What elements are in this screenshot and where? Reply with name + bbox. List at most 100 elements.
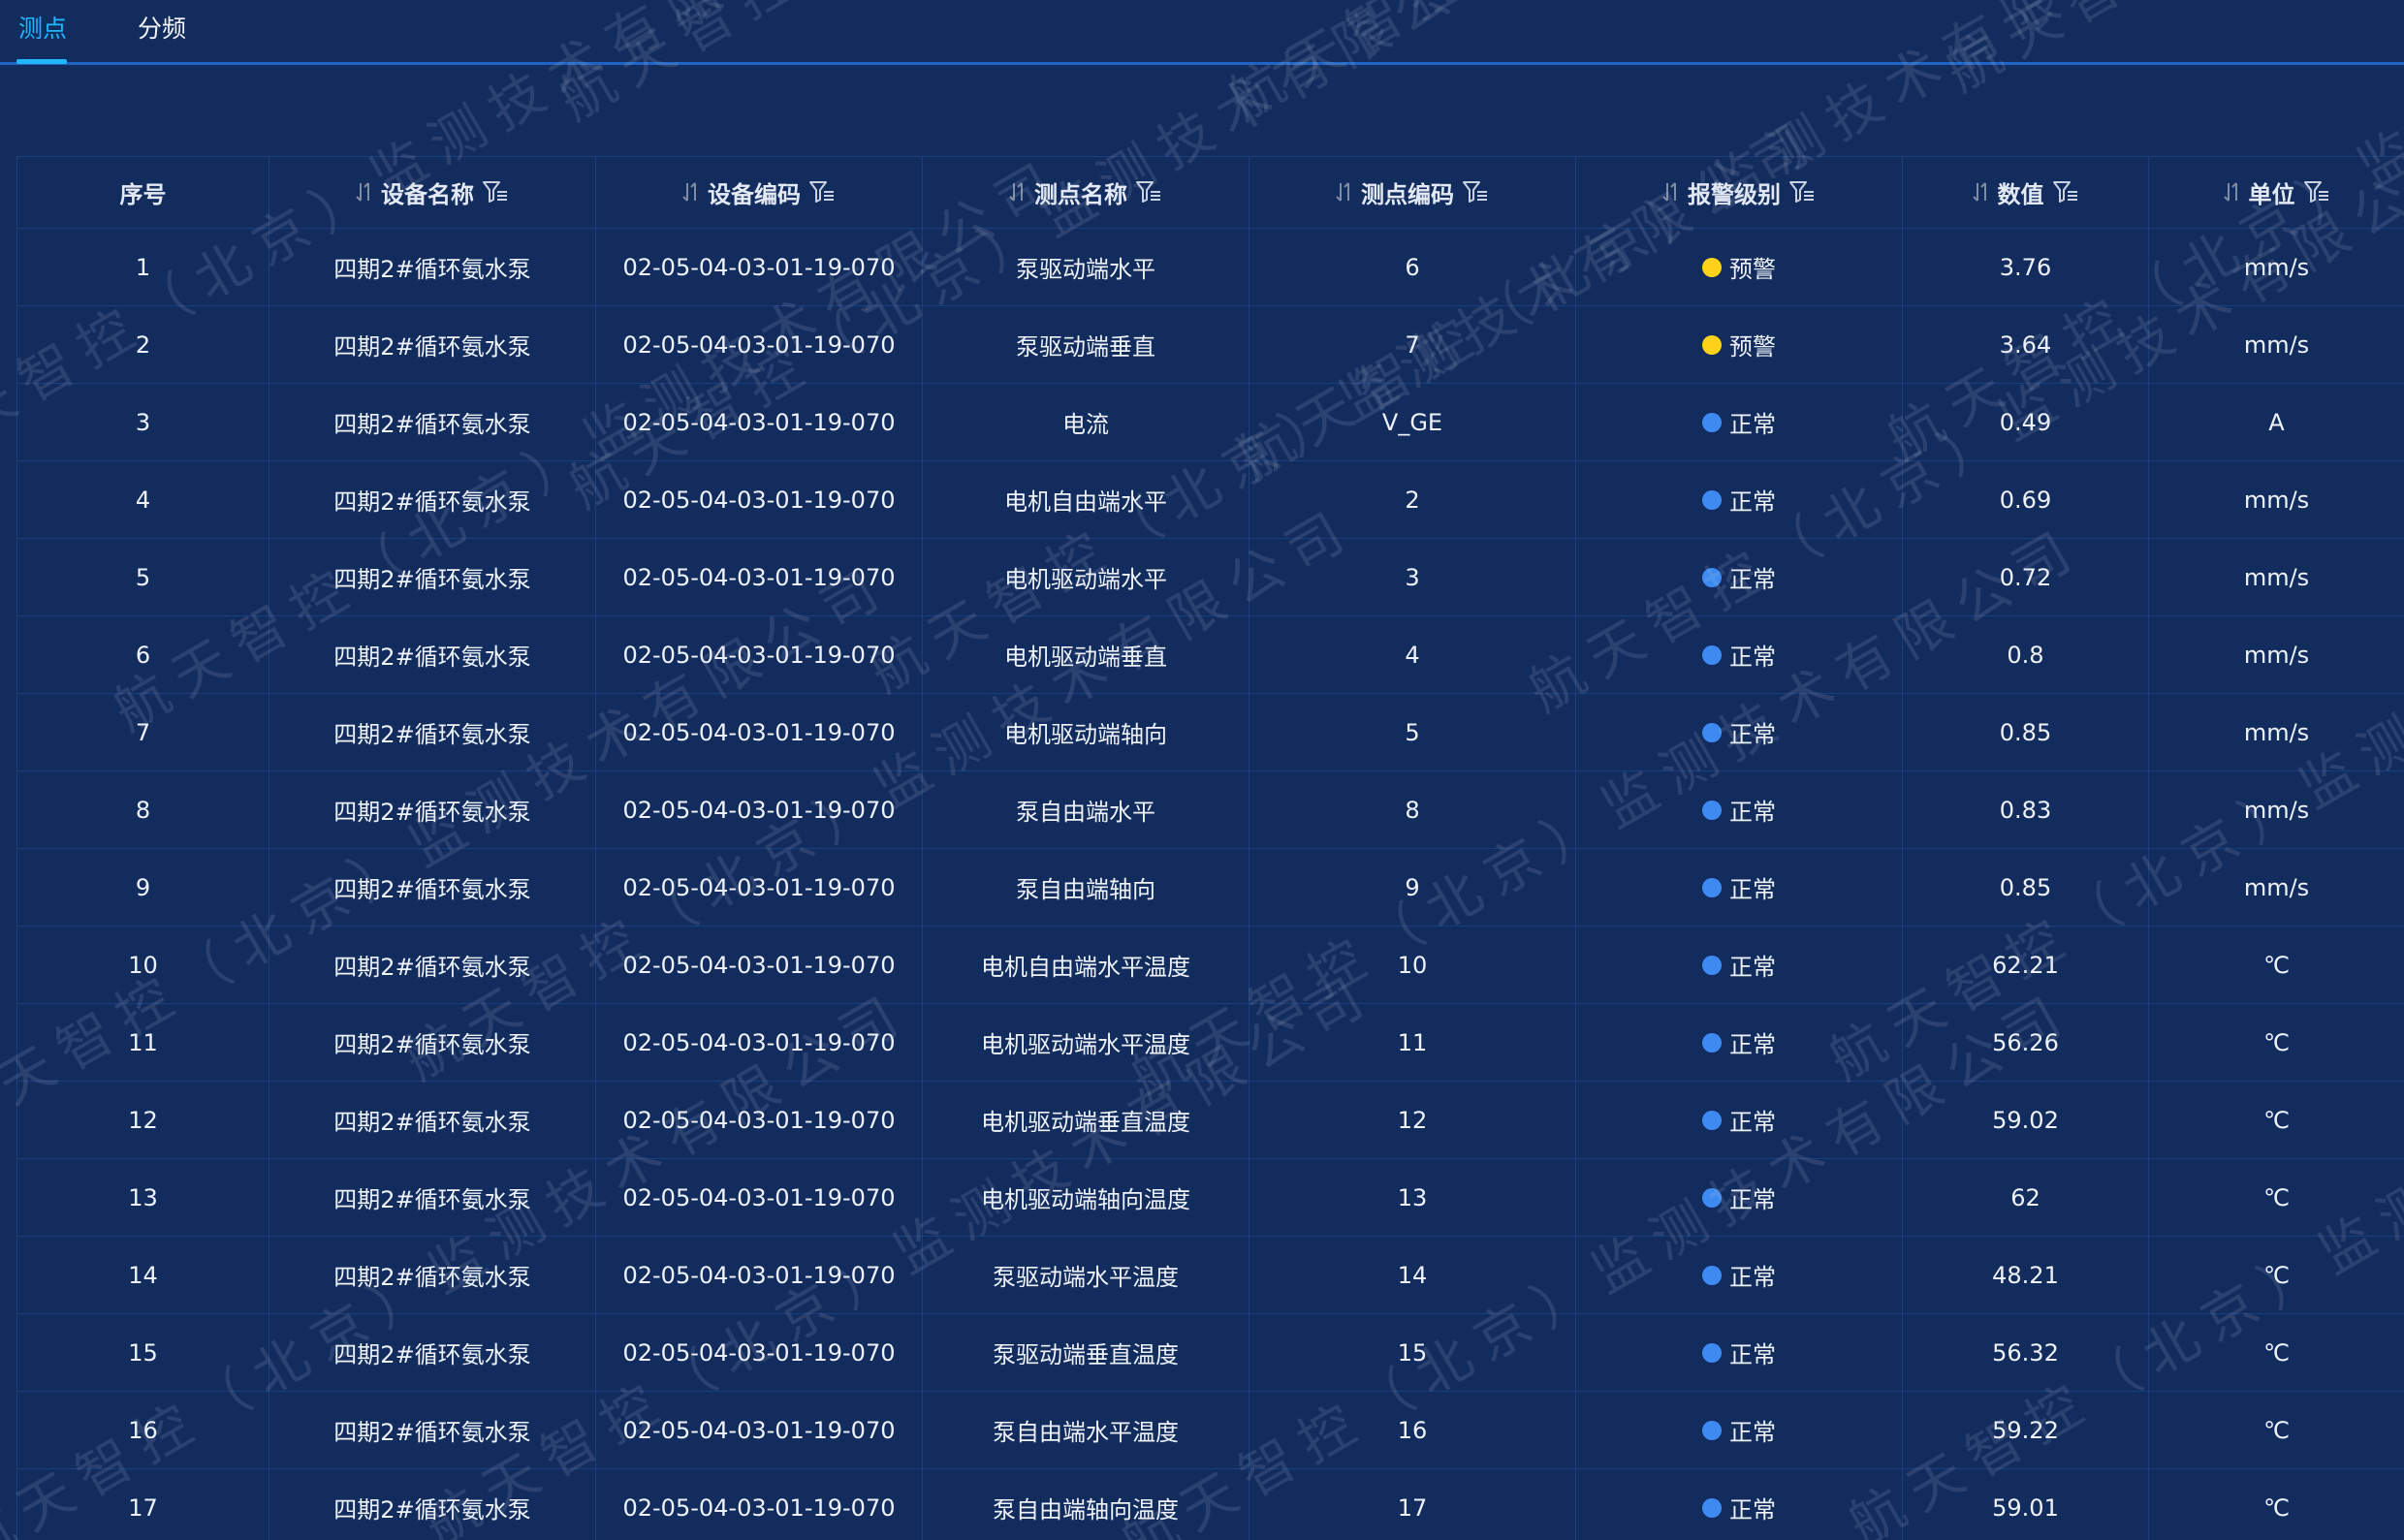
status-label: 正常	[1729, 1341, 1776, 1368]
column-header-content: 测点名称	[1009, 175, 1162, 209]
column-header-5[interactable]: 报警级别	[1575, 156, 1903, 229]
column-header-4[interactable]: 测点编码	[1249, 156, 1576, 229]
sort-arrows-icon[interactable]	[1662, 180, 1680, 204]
table-row[interactable]: 14 四期2#循环氨水泵 02-05-04-03-01-19-070 泵驱动端水平温度…	[16, 1236, 2404, 1314]
column-header-3[interactable]: 测点名称	[922, 156, 1249, 229]
point-code-text: 2	[1405, 486, 1420, 514]
filter-icon[interactable]	[1135, 178, 1162, 205]
device-name-text: 四期2#循环氨水泵	[333, 721, 531, 748]
value-text: 59.22	[1992, 1416, 2059, 1444]
status-label: 正常	[1729, 1031, 1776, 1058]
tab-measure-points[interactable]: 测点	[16, 12, 69, 47]
table-row[interactable]: 6 四期2#循环氨水泵 02-05-04-03-01-19-070 电机驱动端垂直 4 正…	[16, 615, 2404, 694]
table-row[interactable]: 7 四期2#循环氨水泵 02-05-04-03-01-19-070 电机驱动端轴向 5 正…	[16, 693, 2404, 771]
table-row[interactable]: 2 四期2#循环氨水泵 02-05-04-03-01-19-070 泵驱动端垂直 7 预警…	[16, 305, 2404, 384]
row-index-cell: 16	[16, 1391, 269, 1469]
point-code-text: 14	[1397, 1261, 1428, 1289]
alarm-level-cell: 预警	[1575, 305, 1903, 384]
filter-icon[interactable]	[1462, 178, 1489, 205]
value-text: 48.21	[1992, 1261, 2059, 1289]
device-code-cell: 02-05-04-03-01-19-070	[595, 1003, 923, 1082]
table-row[interactable]: 15 四期2#循环氨水泵 02-05-04-03-01-19-070 泵驱动端垂直温度…	[16, 1313, 2404, 1392]
unit-cell: ℃	[2148, 1158, 2404, 1237]
tab-frequency-bands[interactable]: 分频	[136, 12, 188, 47]
value-text: 3.64	[1999, 330, 2052, 359]
sort-arrows-icon[interactable]	[1336, 180, 1353, 204]
device-name-cell: 四期2#循环氨水泵	[269, 693, 596, 771]
unit-cell: ℃	[2148, 926, 2404, 1004]
table-row[interactable]: 16 四期2#循环氨水泵 02-05-04-03-01-19-070 泵自由端水平温度…	[16, 1391, 2404, 1469]
status-dot-icon	[1702, 1265, 1722, 1285]
table-row[interactable]: 5 四期2#循环氨水泵 02-05-04-03-01-19-070 电机驱动端水平 3 正…	[16, 538, 2404, 616]
alarm-level-cell: 正常	[1575, 383, 1903, 461]
row-index-text: 13	[128, 1183, 158, 1211]
table-row[interactable]: 12 四期2#循环氨水泵 02-05-04-03-01-19-070 电机驱动端垂直温…	[16, 1081, 2404, 1159]
device-name-text: 四期2#循环氨水泵	[333, 1496, 531, 1524]
status-label: 预警	[1729, 256, 1776, 283]
table-row[interactable]: 17 四期2#循环氨水泵 02-05-04-03-01-19-070 泵自由端轴向温度…	[16, 1468, 2404, 1540]
row-index-text: 15	[128, 1338, 158, 1367]
unit-text: mm/s	[2243, 486, 2310, 514]
sort-arrows-icon[interactable]	[1972, 180, 1990, 204]
sort-arrows-icon[interactable]	[2223, 180, 2241, 204]
sort-arrows-icon[interactable]	[682, 180, 700, 204]
table-row[interactable]: 11 四期2#循环氨水泵 02-05-04-03-01-19-070 电机驱动端水平温…	[16, 1003, 2404, 1082]
filter-icon[interactable]	[1788, 178, 1816, 205]
column-header-content: 设备名称	[356, 175, 509, 209]
point-code-cell: 3	[1249, 538, 1576, 616]
alarm-level-cell: 正常	[1575, 1391, 1903, 1469]
row-index-text: 8	[135, 796, 151, 824]
status-dot-icon	[1702, 722, 1722, 742]
device-name-text: 四期2#循环氨水泵	[333, 488, 531, 516]
filter-icon[interactable]	[808, 178, 836, 205]
device-name-cell: 四期2#循环氨水泵	[269, 1468, 596, 1540]
value-cell: 59.22	[1902, 1391, 2149, 1469]
device-code-text: 02-05-04-03-01-19-070	[622, 330, 896, 359]
filter-icon[interactable]	[2303, 178, 2330, 205]
point-name-text: 泵驱动端垂直温度	[993, 1341, 1179, 1368]
column-header-6[interactable]: 数值	[1902, 156, 2149, 229]
point-code-text: 17	[1397, 1493, 1428, 1522]
device-name-text: 四期2#循环氨水泵	[333, 1419, 531, 1446]
point-code-cell: 17	[1249, 1468, 1576, 1540]
row-index-cell: 11	[16, 1003, 269, 1082]
table-row[interactable]: 3 四期2#循环氨水泵 02-05-04-03-01-19-070 电流 V_GE 正常 0…	[16, 383, 2404, 461]
status-badge: 正常	[1702, 1413, 1776, 1447]
point-code-text: 4	[1405, 641, 1420, 669]
sort-arrows-icon[interactable]	[356, 180, 373, 204]
device-code-text: 02-05-04-03-01-19-070	[622, 1028, 896, 1056]
device-code-text: 02-05-04-03-01-19-070	[622, 563, 896, 591]
row-index-text: 7	[135, 718, 151, 746]
value-cell: 0.69	[1902, 460, 2149, 539]
table-body: 1 四期2#循环氨水泵 02-05-04-03-01-19-070 泵驱动端水平 6 预警…	[16, 228, 2404, 1540]
filter-icon[interactable]	[2052, 178, 2079, 205]
table-row[interactable]: 4 四期2#循环氨水泵 02-05-04-03-01-19-070 电机自由端水平 2 正…	[16, 460, 2404, 539]
device-code-text: 02-05-04-03-01-19-070	[622, 718, 896, 746]
column-header-7[interactable]: 单位	[2148, 156, 2404, 229]
device-name-text: 四期2#循环氨水泵	[333, 644, 531, 671]
point-name-text: 泵自由端水平温度	[993, 1419, 1179, 1446]
table-row[interactable]: 13 四期2#循环氨水泵 02-05-04-03-01-19-070 电机驱动端轴向温…	[16, 1158, 2404, 1237]
point-code-text: 12	[1397, 1106, 1428, 1134]
status-badge: 预警	[1702, 250, 1776, 284]
table-row[interactable]: 8 四期2#循环氨水泵 02-05-04-03-01-19-070 泵自由端水平 8 正常…	[16, 770, 2404, 849]
value-text: 59.02	[1992, 1106, 2059, 1134]
table-row[interactable]: 1 四期2#循环氨水泵 02-05-04-03-01-19-070 泵驱动端水平 6 预警…	[16, 228, 2404, 306]
device-code-text: 02-05-04-03-01-19-070	[622, 1106, 896, 1134]
point-name-cell: 电机驱动端垂直温度	[922, 1081, 1249, 1159]
point-code-text: 5	[1405, 718, 1420, 746]
column-header-1[interactable]: 设备名称	[269, 156, 596, 229]
sort-arrows-icon[interactable]	[1009, 180, 1027, 204]
status-badge: 正常	[1702, 1336, 1776, 1369]
device-code-text: 02-05-04-03-01-19-070	[622, 1183, 896, 1211]
filter-icon[interactable]	[482, 178, 509, 205]
device-name-text: 四期2#循环氨水泵	[333, 256, 531, 283]
table-row[interactable]: 10 四期2#循环氨水泵 02-05-04-03-01-19-070 电机自由端水平温…	[16, 926, 2404, 1004]
status-label: 预警	[1729, 333, 1776, 361]
column-header-2[interactable]: 设备编码	[595, 156, 923, 229]
point-code-text: V_GE	[1381, 408, 1443, 436]
table-row[interactable]: 9 四期2#循环氨水泵 02-05-04-03-01-19-070 泵自由端轴向 9 正常…	[16, 848, 2404, 927]
row-index-cell: 4	[16, 460, 269, 539]
device-code-cell: 02-05-04-03-01-19-070	[595, 1158, 923, 1237]
device-code-cell: 02-05-04-03-01-19-070	[595, 1236, 923, 1314]
